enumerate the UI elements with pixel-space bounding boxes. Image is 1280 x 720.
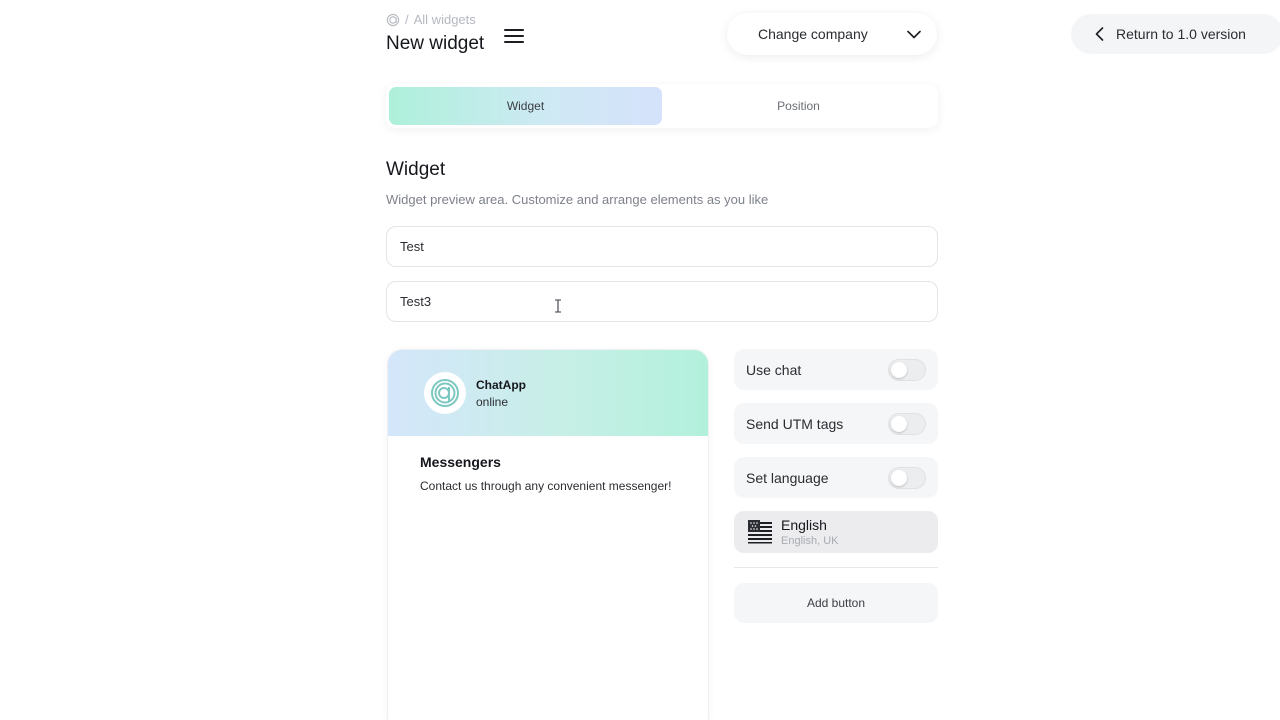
preview-body: Messengers Contact us through any conven… [388, 436, 708, 512]
language-name: English [781, 517, 827, 533]
add-button[interactable]: Add button [734, 583, 938, 623]
change-company-label: Change company [758, 26, 868, 42]
chatapp-logo-icon [431, 379, 459, 407]
breadcrumb-separator: / [405, 12, 409, 27]
toggle-knob [891, 469, 907, 486]
preview-heading: Messengers [420, 454, 501, 470]
chevron-down-icon [907, 30, 921, 38]
toggle-knob [891, 415, 907, 432]
text-cursor-icon [555, 299, 561, 313]
set-language-toggle[interactable] [888, 466, 926, 489]
hamburger-icon-line [504, 41, 524, 43]
toggle-knob [891, 361, 907, 378]
page-title: New widget [386, 33, 485, 54]
menu-button[interactable] [502, 25, 526, 47]
set-language-row: Set language [734, 457, 938, 498]
preview-status: online [476, 394, 509, 409]
set-language-label: Set language [746, 469, 829, 486]
settings-divider [734, 567, 938, 568]
preview-header: ChatApp online [388, 350, 708, 436]
widget-name-input[interactable] [386, 226, 938, 267]
chevron-left-icon [1095, 27, 1104, 41]
language-subtitle: English, UK [781, 535, 839, 547]
use-chat-label: Use chat [746, 361, 802, 378]
use-chat-toggle[interactable] [888, 358, 926, 381]
tab-widget[interactable]: Widget [389, 87, 662, 125]
hamburger-icon-line [504, 29, 524, 31]
preview-avatar [424, 372, 466, 414]
send-utm-tags-label: Send UTM tags [746, 415, 844, 432]
send-utm-tags-row: Send UTM tags [734, 403, 938, 444]
section-title: Widget [386, 159, 446, 180]
send-utm-tags-toggle[interactable] [888, 412, 926, 435]
language-select[interactable]: English English, UK [734, 511, 938, 553]
return-to-old-version-button[interactable]: Return to 1.0 version [1071, 14, 1280, 54]
preview-app-name: ChatApp [476, 377, 526, 392]
widget-preview: ChatApp online Messengers Contact us thr… [388, 350, 708, 720]
widget-title-input[interactable] [386, 281, 938, 322]
app-logo-icon[interactable] [386, 13, 400, 27]
hamburger-icon-line [504, 35, 524, 37]
use-chat-row: Use chat [734, 349, 938, 390]
breadcrumb: / All widgets [386, 12, 476, 27]
return-button-label: Return to 1.0 version [1116, 26, 1246, 42]
breadcrumb-all-widgets-link[interactable]: All widgets [414, 12, 476, 27]
change-company-select[interactable]: Change company [727, 13, 937, 55]
section-subtitle: Widget preview area. Customize and arran… [386, 192, 769, 207]
tab-bar: Widget Position [386, 84, 938, 128]
us-flag-icon [748, 520, 772, 544]
tab-position[interactable]: Position [662, 87, 935, 125]
preview-description: Contact us through any convenient messen… [420, 479, 672, 493]
